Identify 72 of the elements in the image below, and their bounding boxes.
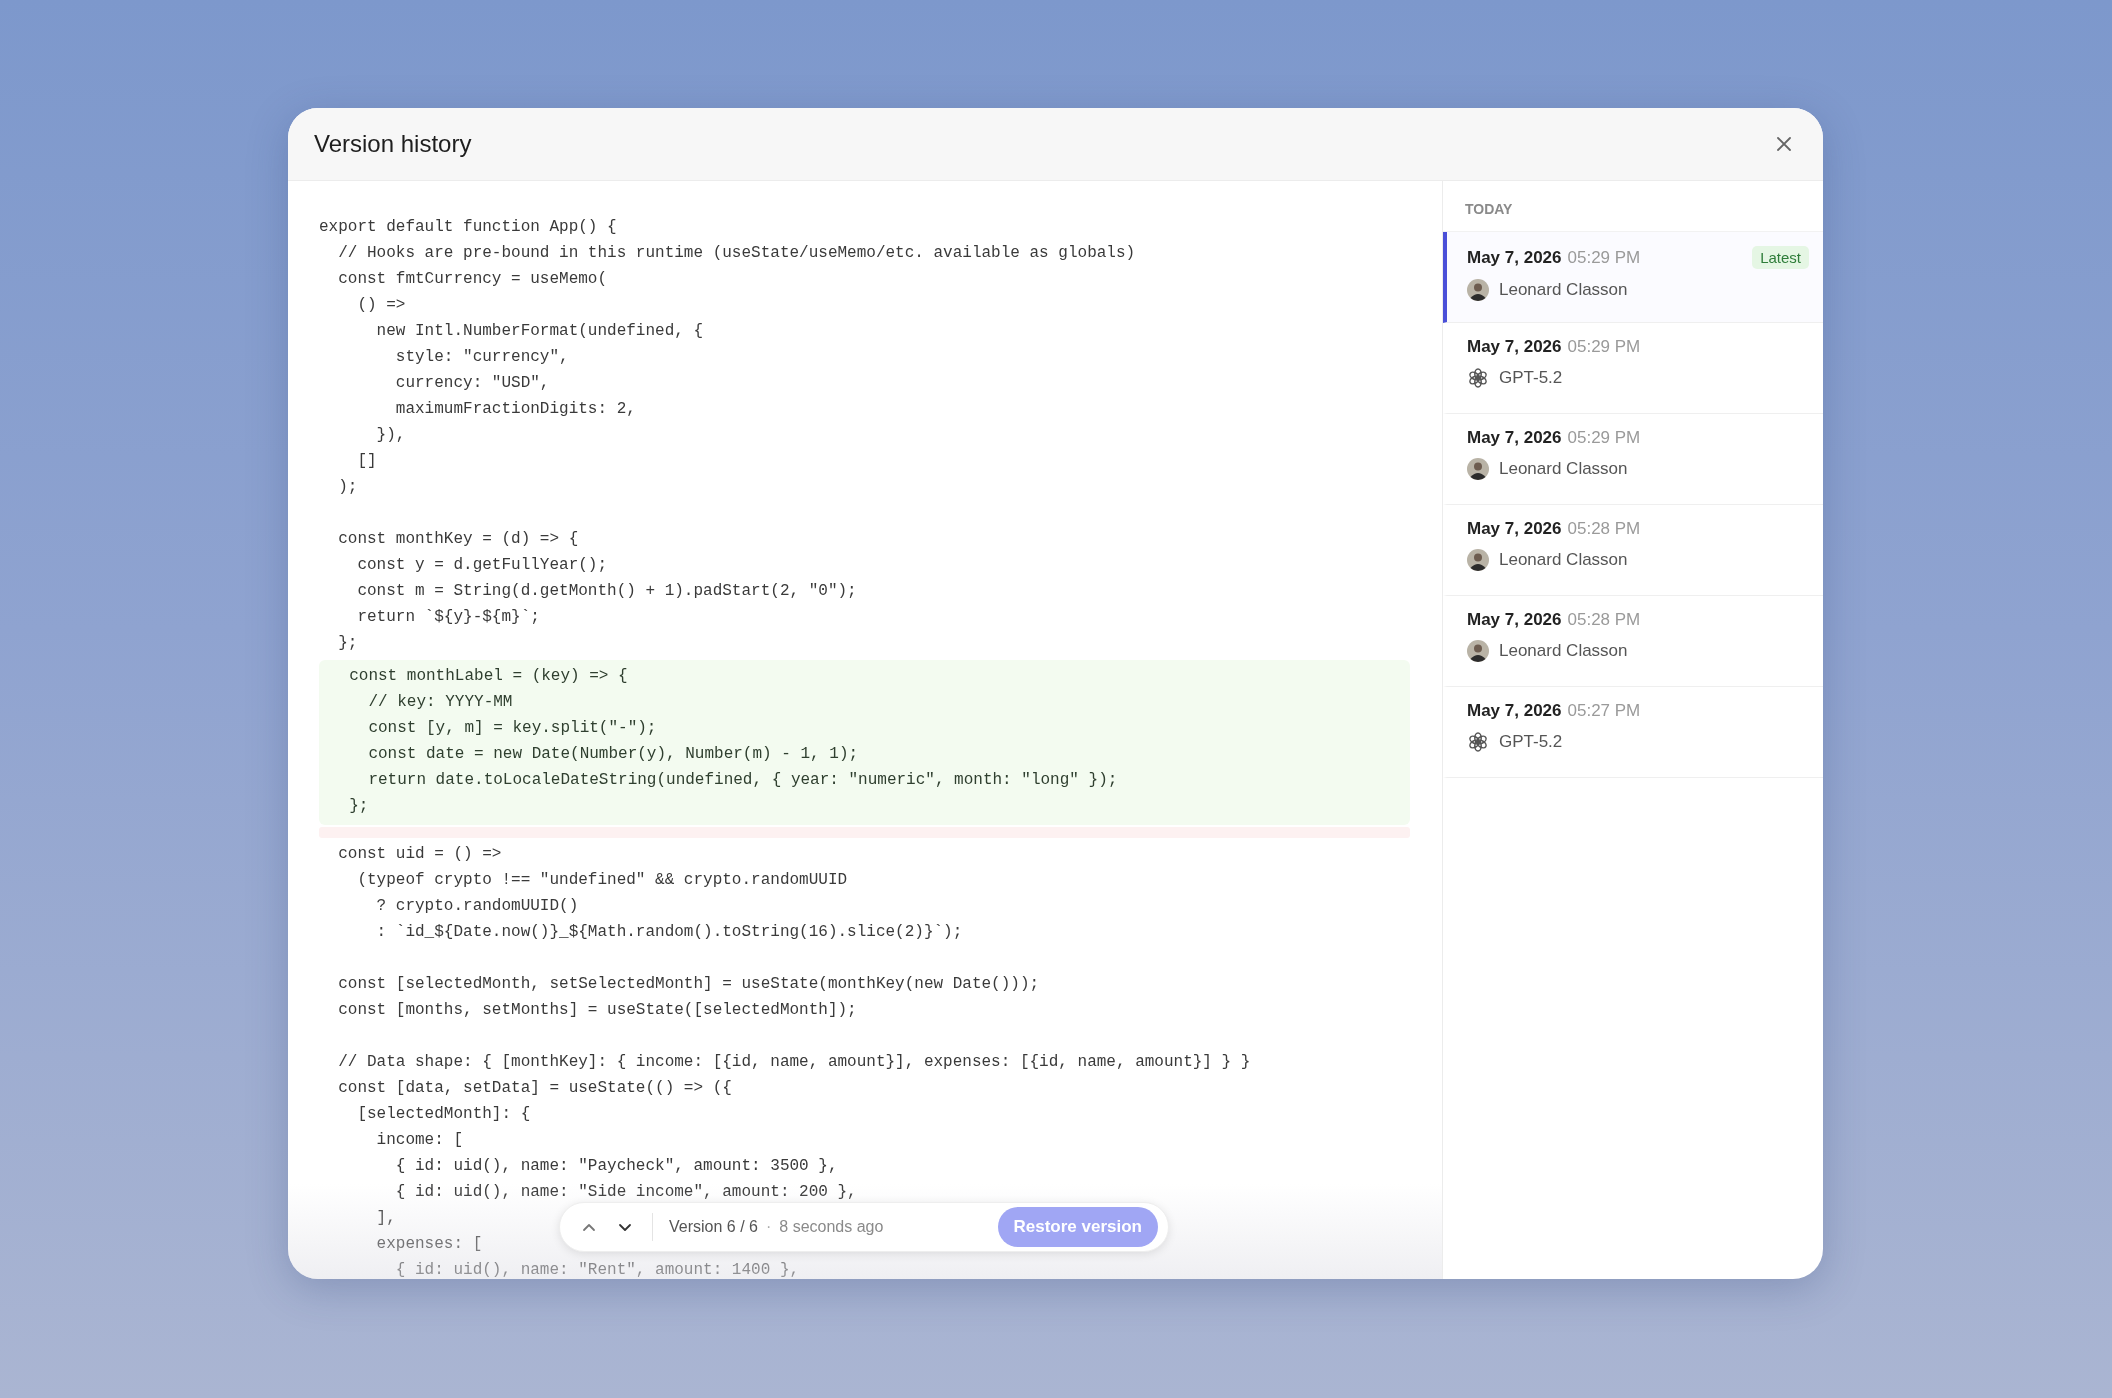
version-date: May 7, 2026	[1467, 337, 1562, 357]
author-name: GPT-5.2	[1499, 732, 1563, 752]
code-line: };	[337, 633, 358, 654]
version-item[interactable]: May 7, 2026 05:27 PM GPT-5.2	[1443, 687, 1823, 778]
code-line: { id: uid(), name: "Side income", amount: 200 },	[394, 1182, 857, 1203]
version-time: 05:28 PM	[1567, 610, 1641, 630]
code-line: ? crypto.randomUUID()	[375, 896, 579, 917]
code-line: ],	[375, 1208, 396, 1229]
version-label: Version 6 / 6	[669, 1218, 758, 1236]
version-time: 05:29 PM	[1567, 247, 1641, 268]
code-line: return date.toLocaleDateString(undefined, { year: "numeric", month: "long" });	[367, 770, 1118, 791]
code-line: maximumFractionDigits: 2,	[394, 399, 636, 420]
author-name: Leonard Classon	[1499, 280, 1628, 300]
avatar-icon	[1467, 549, 1489, 571]
code-line: { id: uid(), name: "Paycheck", amount: 3500 },	[394, 1156, 838, 1177]
version-date: May 7, 2026	[1467, 701, 1562, 721]
version-item[interactable]: May 7, 2026 05:29 PM GPT-5.2	[1443, 323, 1823, 414]
code-line: return `${y}-${m}`;	[356, 607, 540, 628]
author-name: Leonard Classon	[1499, 459, 1628, 479]
version-time: 05:29 PM	[1567, 428, 1641, 448]
code-line: const monthLabel = (key) => {	[348, 666, 628, 687]
dialog-title: Version history	[314, 130, 472, 158]
code-line: const [months, setMonths] = useState([selectedMonth]);	[337, 1000, 857, 1021]
version-item[interactable]: May 7, 2026 05:28 PM Leonard Classon	[1443, 596, 1823, 687]
latest-badge: Latest	[1752, 246, 1809, 269]
code-line: [selectedMonth]: {	[356, 1104, 531, 1125]
version-time: 05:27 PM	[1567, 701, 1641, 721]
version-date: May 7, 2026	[1467, 428, 1562, 448]
code-line: // Hooks are pre-bound in this runtime (useState/useMemo/etc. available as globals)	[337, 243, 1136, 264]
version-date: May 7, 2026	[1467, 610, 1562, 630]
code-line: );	[337, 477, 358, 498]
author-name: Leonard Classon	[1499, 550, 1628, 570]
code-line: () =>	[356, 295, 406, 316]
code-line: new Intl.NumberFormat(undefined, {	[375, 321, 704, 342]
code-line: const m = String(d.getMonth() + 1).padStart(2, "0");	[356, 581, 857, 602]
version-item[interactable]: May 7, 2026 05:29 PM Leonard Classon	[1443, 414, 1823, 505]
code-line: const date = new Date(Number(y), Number(m) - 1, 1);	[367, 744, 859, 765]
avatar-icon	[1467, 458, 1489, 480]
version-age: 8 seconds ago	[779, 1218, 884, 1236]
code-line: const [y, m] = key.split("-");	[367, 718, 657, 739]
code-line: : `id_${Date.now()}_${Math.random().toString(16).slice(2)}`);	[375, 922, 963, 943]
separator-dot: ·	[765, 1218, 772, 1236]
code-line: export default function App() {	[319, 217, 617, 238]
code-line: (typeof crypto !== "undefined" && crypto.randomUUID	[356, 870, 848, 891]
code-line: // key: YYYY-MM	[367, 692, 513, 713]
code-line: // Data shape: { [monthKey]: { income: [{id, name, amount}], expenses: [{id, name, amount}] } }	[337, 1052, 1251, 1073]
code-line: const [data, setData] = useState(() => ({	[337, 1078, 732, 1099]
code-line: income: [	[375, 1130, 464, 1151]
version-time: 05:28 PM	[1567, 519, 1641, 539]
code-line: const monthKey = (d) => {	[337, 529, 579, 550]
avatar-icon	[1467, 640, 1489, 662]
knot-icon	[1467, 367, 1489, 389]
author-name: Leonard Classon	[1499, 641, 1628, 661]
version-time: 05:29 PM	[1567, 337, 1641, 357]
version-date: May 7, 2026	[1467, 519, 1562, 539]
code-line: };	[348, 796, 369, 817]
code-line: }),	[375, 425, 406, 446]
code-line: style: "currency",	[394, 347, 569, 368]
code-line: const [selectedMonth, setSelectedMonth] = useState(monthKey(new Date()));	[337, 974, 1040, 995]
code-line: currency: "USD",	[394, 373, 550, 394]
code-line: const uid = () =>	[337, 844, 502, 865]
version-date: May 7, 2026	[1467, 247, 1562, 268]
code-line: expenses: [	[375, 1234, 483, 1255]
version-item[interactable]: May 7, 2026 05:29 PM Latest Leonard Classon	[1443, 232, 1823, 323]
code-line: const fmtCurrency = useMemo(	[337, 269, 608, 290]
author-name: GPT-5.2	[1499, 368, 1563, 388]
code-line: []	[356, 451, 377, 472]
version-item[interactable]: May 7, 2026 05:28 PM Leonard Classon	[1443, 505, 1823, 596]
code-line: const y = d.getFullYear();	[356, 555, 608, 576]
code-line: { id: uid(), name: "Rent", amount: 1400 },	[394, 1260, 800, 1279]
knot-icon	[1467, 731, 1489, 753]
avatar-icon	[1467, 279, 1489, 301]
